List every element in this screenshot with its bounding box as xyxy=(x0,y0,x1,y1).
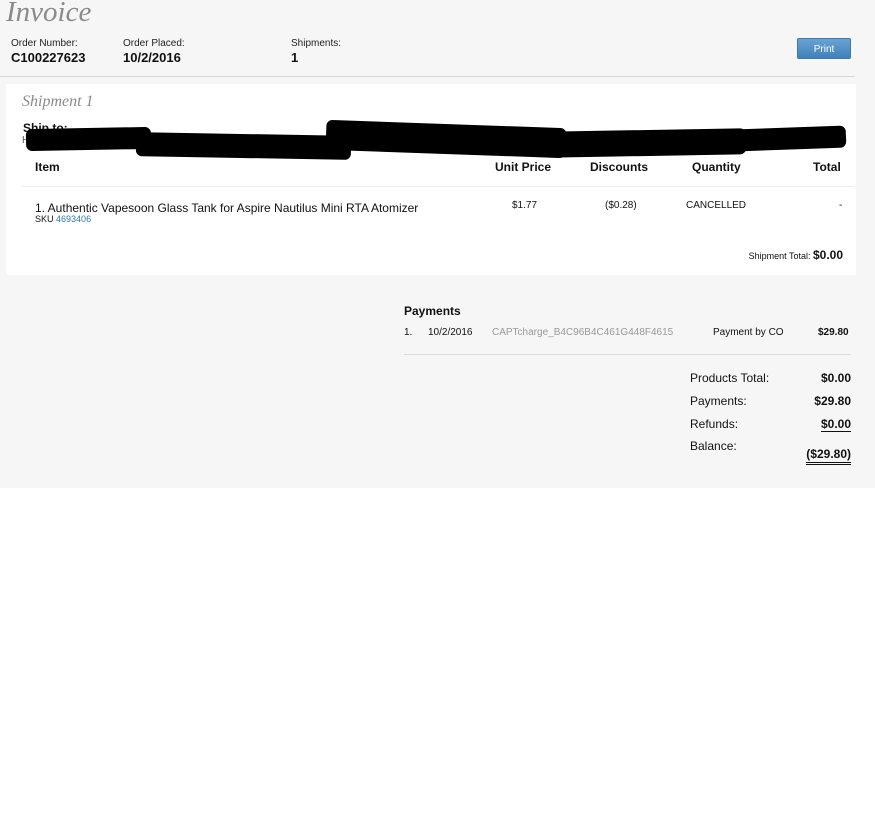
balance-label: Balance: xyxy=(690,439,737,453)
order-placed-label: Order Placed: xyxy=(123,38,185,49)
balance-value: ($29.80) xyxy=(806,447,851,465)
redaction-mark xyxy=(135,132,352,160)
shipments-count-block: Shipments: 1 xyxy=(291,38,341,66)
payments-total-label: Payments: xyxy=(690,394,747,408)
payments-total-value: $29.80 xyxy=(814,394,851,408)
refunds-value: $0.00 xyxy=(820,417,851,432)
shipments-count-value: 1 xyxy=(291,50,299,65)
item-sku-link[interactable]: 4693406 xyxy=(56,214,91,224)
redaction-mark xyxy=(705,125,847,153)
shipment-total-label: Shipment Total: xyxy=(748,251,811,261)
payments-divider xyxy=(404,354,851,355)
products-total-value: $0.00 xyxy=(820,371,851,385)
order-number-value: C100227623 xyxy=(11,50,86,65)
payment-index: 1. xyxy=(404,327,413,338)
item-quantity-status: CANCELLED xyxy=(686,200,747,211)
column-header-discounts: Discounts xyxy=(590,160,649,174)
item-unit-price: $1.77 xyxy=(512,200,538,211)
column-header-quantity: Quantity xyxy=(692,160,741,174)
page-title: Invoice xyxy=(6,0,92,28)
order-placed-value: 10/2/2016 xyxy=(123,50,181,65)
shipments-count-label: Shipments: xyxy=(291,38,342,49)
order-number-label: Order Number: xyxy=(11,38,78,49)
item-sku: SKU 4693406 xyxy=(35,214,91,224)
item-name: 1. Authentic Vapesoon Glass Tank for Asp… xyxy=(35,201,419,215)
payment-method: Payment by CO xyxy=(713,327,784,338)
payment-amount: $29.80 xyxy=(818,327,849,338)
refunds-label: Refunds: xyxy=(690,417,739,431)
payments-heading: Payments xyxy=(404,304,461,318)
shipment-card: Shipment 1 Ship to: Hy 3) Item Unit Pric… xyxy=(6,84,856,275)
redaction-mark xyxy=(25,126,152,152)
shipment-total-value: $0.00 xyxy=(812,248,843,262)
payment-reference: CAPTcharge_B4C96B4C461G448F4615 xyxy=(492,327,674,338)
item-total: - xyxy=(839,200,843,211)
products-total-label: Products Total: xyxy=(690,371,770,385)
table-header-divider xyxy=(22,186,854,187)
item-discounts: ($0.28) xyxy=(605,200,637,211)
print-button[interactable]: Print xyxy=(797,38,851,59)
item-sku-label: SKU xyxy=(35,214,54,224)
shipment-total: Shipment Total: $0.00 xyxy=(749,248,843,262)
column-header-total: Total xyxy=(813,160,841,174)
order-placed-block: Order Placed: 10/2/2016 xyxy=(123,38,185,66)
column-header-unit-price: Unit Price xyxy=(495,160,552,174)
redaction-mark xyxy=(325,119,567,159)
payment-date: 10/2/2016 xyxy=(428,327,473,338)
column-header-item: Item xyxy=(35,160,60,174)
order-number-block: Order Number: C100227623 xyxy=(11,38,85,66)
shipment-title: Shipment 1 xyxy=(22,93,94,110)
header-divider xyxy=(0,76,855,77)
